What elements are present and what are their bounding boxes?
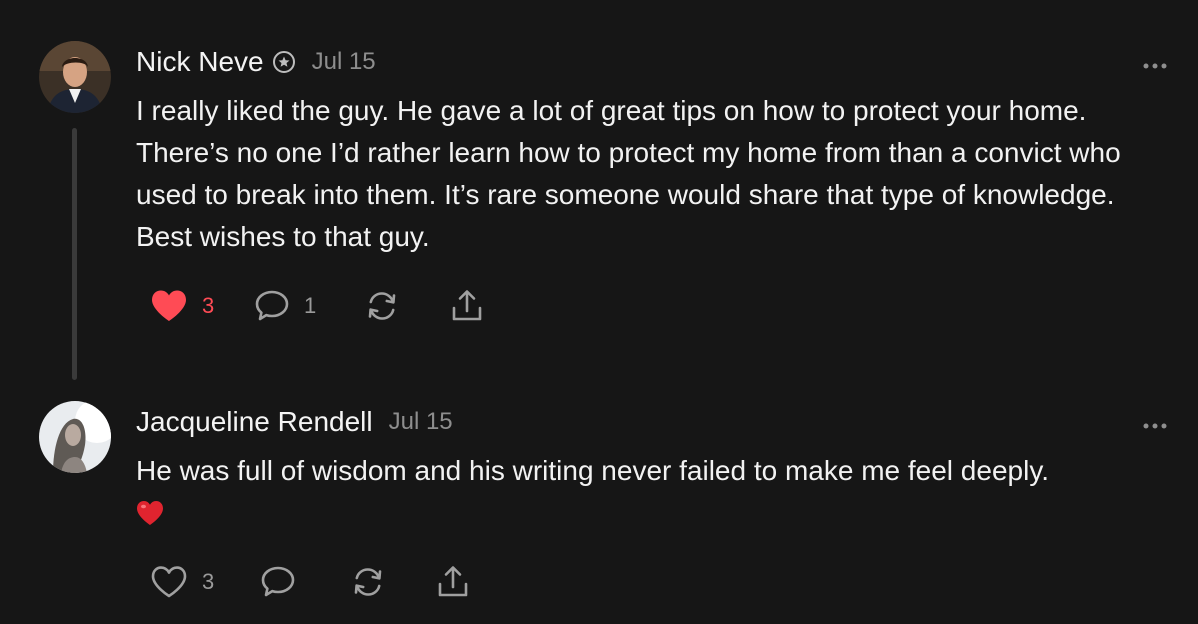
comment-actions: 3 xyxy=(150,562,476,602)
comment-header: Jacqueline Rendell Jul 15 xyxy=(136,402,453,442)
comment: Jacqueline Rendell Jul 15 He was full of… xyxy=(0,390,1198,624)
heart-icon xyxy=(150,289,188,323)
reply-count: 1 xyxy=(304,293,317,318)
comment-date[interactable]: Jul 15 xyxy=(312,48,376,76)
restack-icon xyxy=(364,289,400,323)
comment-date[interactable]: Jul 15 xyxy=(389,408,453,436)
share-icon xyxy=(450,288,484,324)
like-count: 3 xyxy=(202,569,215,594)
share-button[interactable] xyxy=(436,564,476,600)
like-count: 3 xyxy=(202,293,215,318)
reply-button[interactable] xyxy=(260,565,350,599)
comment-icon xyxy=(260,565,296,599)
like-button[interactable]: 3 xyxy=(150,289,254,323)
comment-actions: 3 1 xyxy=(150,286,490,326)
share-button[interactable] xyxy=(450,288,490,324)
restack-icon xyxy=(350,565,386,599)
thread-line xyxy=(72,128,77,380)
comment: Nick Neve Jul 15 I really liked the guy.… xyxy=(0,0,1198,390)
comment-text-content: He was full of wisdom and his writing ne… xyxy=(136,455,1050,486)
comment-text: He was full of wisdom and his writing ne… xyxy=(136,450,1166,538)
reply-button[interactable]: 1 xyxy=(254,289,364,323)
more-options-icon[interactable] xyxy=(1142,417,1168,429)
more-options-icon[interactable] xyxy=(1142,57,1168,69)
heart-icon xyxy=(150,565,188,599)
restack-button[interactable] xyxy=(364,289,450,323)
comment-icon xyxy=(254,289,290,323)
author-name[interactable]: Nick Neve xyxy=(136,46,264,78)
avatar[interactable] xyxy=(39,401,111,473)
heart-emoji-icon xyxy=(136,496,1166,538)
comment-text: I really liked the guy. He gave a lot of… xyxy=(136,95,1121,252)
like-button[interactable]: 3 xyxy=(150,565,260,599)
comment-header: Nick Neve Jul 15 xyxy=(136,42,376,82)
share-icon xyxy=(436,564,470,600)
author-name[interactable]: Jacqueline Rendell xyxy=(136,406,373,438)
avatar[interactable] xyxy=(39,41,111,113)
restack-button[interactable] xyxy=(350,565,436,599)
verified-badge-icon xyxy=(272,50,296,74)
